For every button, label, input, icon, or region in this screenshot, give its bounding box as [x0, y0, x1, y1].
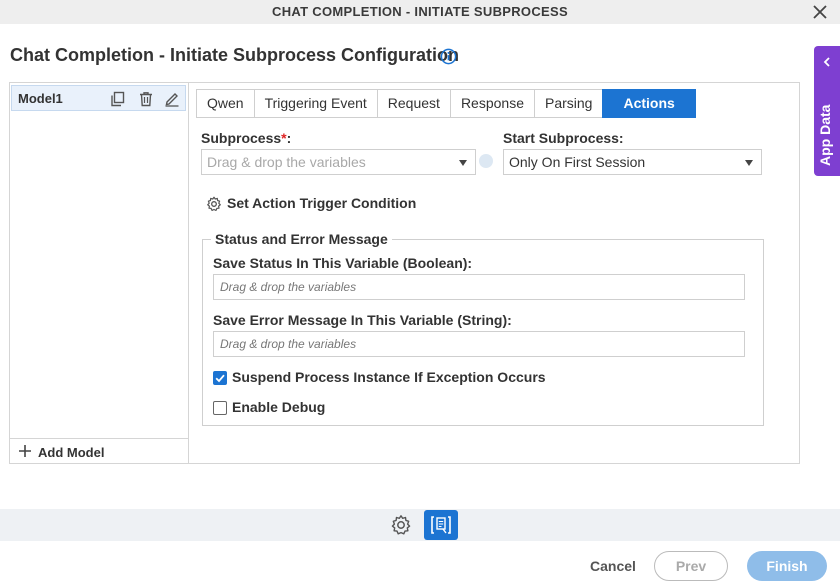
subprocess-placeholder: Drag & drop the variables [207, 154, 366, 170]
chevron-down-icon [459, 160, 467, 166]
copy-icon[interactable] [110, 91, 126, 107]
add-model-button[interactable]: Add Model [10, 438, 188, 463]
save-status-label: Save Status In This Variable (Boolean): [213, 255, 473, 271]
subprocess-label: Subprocess*: [201, 130, 291, 146]
window-title: CHAT COMPLETION - INITIATE SUBPROCESS [272, 4, 568, 19]
finish-button[interactable]: Finish [747, 551, 827, 581]
plus-icon [19, 445, 31, 457]
model-name: Model1 [18, 91, 63, 106]
chevron-down-icon [745, 160, 753, 166]
subprocess-select[interactable]: Drag & drop the variables [201, 149, 476, 175]
page-title: Chat Completion - Initiate Subprocess Co… [10, 45, 460, 65]
tab-actions[interactable]: Actions [602, 89, 696, 118]
suspend-process-label: Suspend Process Instance If Exception Oc… [232, 369, 546, 385]
save-status-placeholder: Drag & drop the variables [220, 280, 357, 294]
subprocess-label-text: Subprocess [201, 130, 282, 146]
set-action-trigger-condition-link[interactable]: Set Action Trigger Condition [227, 195, 416, 211]
tab-bar: Qwen Triggering Event Request Response P… [196, 89, 696, 119]
window-titlebar: CHAT COMPLETION - INITIATE SUBPROCESS [0, 0, 840, 24]
status-error-group: Status and Error Message Save Status In … [202, 231, 764, 426]
edit-icon[interactable] [164, 91, 180, 107]
suspend-process-checkbox[interactable] [213, 371, 227, 385]
start-subprocess-select[interactable]: Only On First Session [503, 149, 762, 175]
trash-icon[interactable] [138, 91, 154, 107]
cancel-button[interactable]: Cancel [590, 558, 636, 574]
tab-triggering-event[interactable]: Triggering Event [253, 89, 377, 118]
document-scan-icon [431, 516, 451, 534]
subprocess-label-colon: : [286, 130, 292, 146]
variable-drop-indicator-icon [479, 154, 493, 168]
tab-parsing[interactable]: Parsing [533, 89, 603, 118]
tab-qwen[interactable]: Qwen [196, 89, 254, 118]
save-error-label: Save Error Message In This Variable (Str… [213, 312, 512, 328]
configuration-panel: Model1 Add Model Qwen Triggering Event R… [9, 82, 800, 464]
app-data-label: App Data [817, 104, 833, 166]
app-data-panel-toggle[interactable]: App Data [814, 46, 840, 176]
bottom-toolbar [0, 509, 840, 541]
document-view-button[interactable] [424, 510, 458, 540]
start-subprocess-value: Only On First Session [509, 154, 646, 170]
chevron-left-icon [823, 57, 830, 67]
tab-request[interactable]: Request [376, 89, 450, 118]
tab-response[interactable]: Response [449, 89, 534, 118]
checkmark-icon [215, 374, 225, 383]
model-list: Model1 Add Model [10, 83, 189, 463]
close-icon[interactable] [810, 2, 830, 22]
save-status-input[interactable]: Drag & drop the variables [213, 274, 745, 300]
settings-gear-icon[interactable] [390, 514, 412, 536]
status-error-legend: Status and Error Message [211, 231, 392, 247]
start-subprocess-label: Start Subprocess: [503, 130, 624, 146]
save-error-placeholder: Drag & drop the variables [220, 337, 357, 351]
enable-debug-checkbox[interactable] [213, 401, 227, 415]
info-icon[interactable] [440, 48, 457, 65]
add-model-label: Add Model [38, 445, 105, 460]
gear-icon[interactable] [206, 196, 222, 212]
save-error-input[interactable]: Drag & drop the variables [213, 331, 745, 357]
prev-button[interactable]: Prev [654, 551, 728, 581]
enable-debug-label: Enable Debug [232, 399, 326, 415]
model-list-item[interactable]: Model1 [11, 85, 186, 111]
